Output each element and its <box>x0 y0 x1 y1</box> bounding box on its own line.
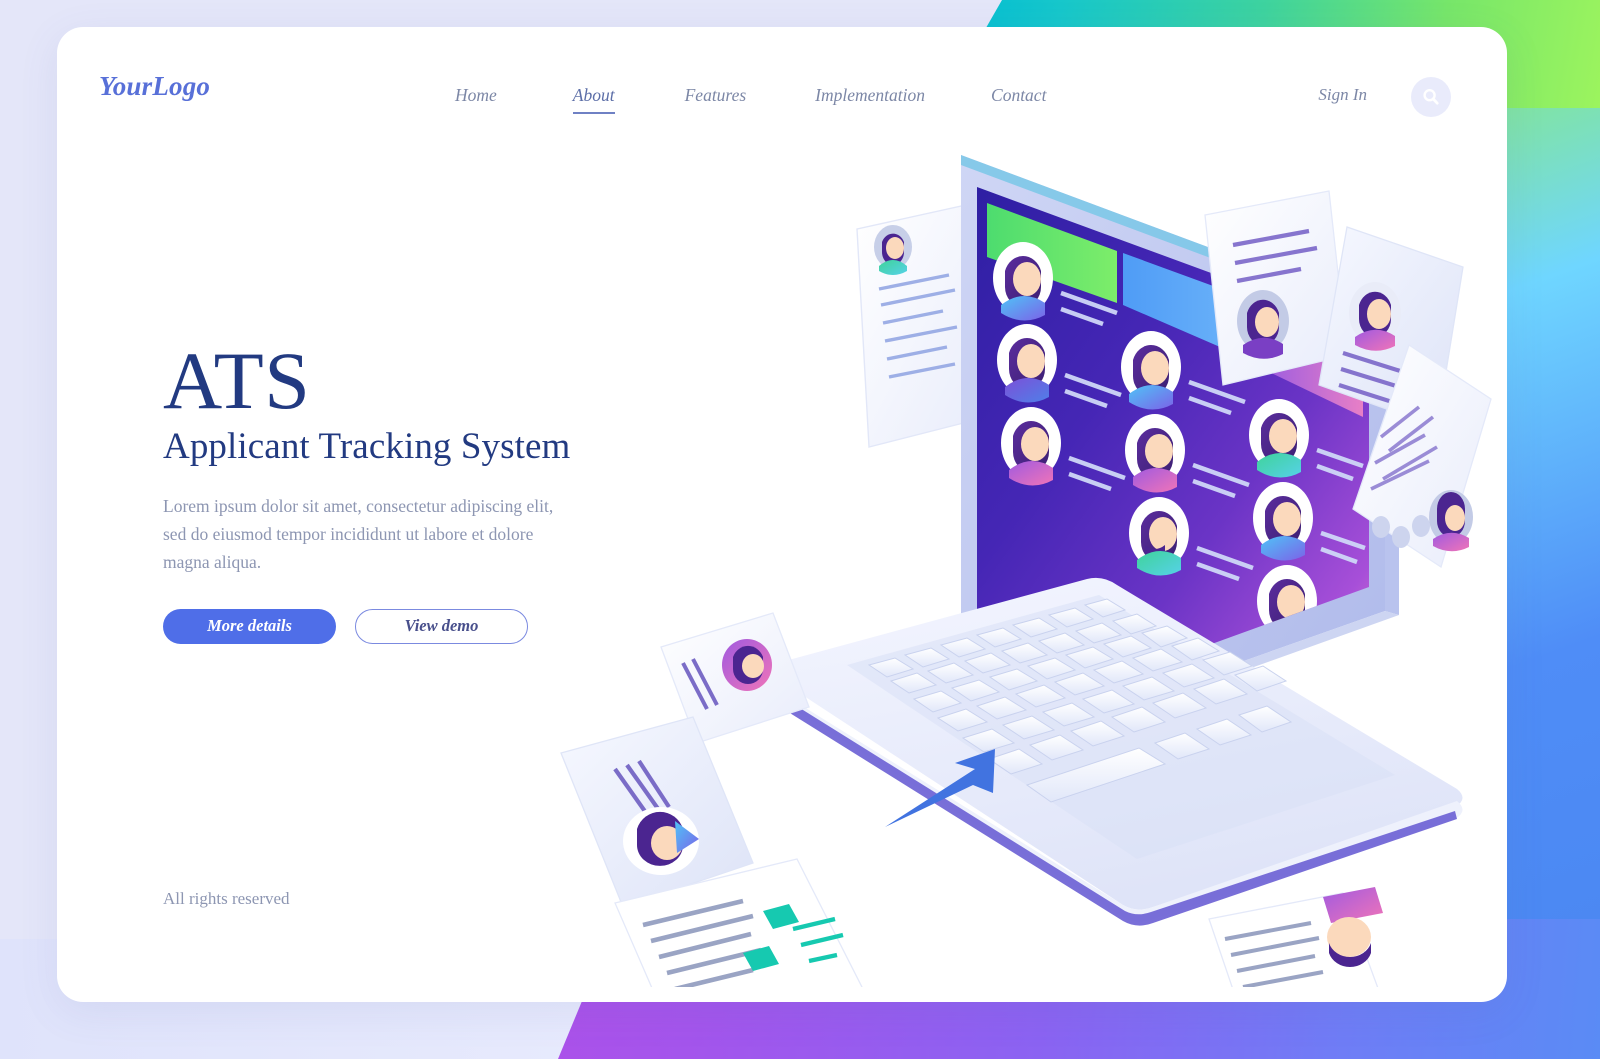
more-details-button[interactable]: More details <box>163 608 336 644</box>
landing-card: YourLogo Home About Features Implementat… <box>57 27 1507 1002</box>
avatar <box>1237 290 1289 359</box>
avatar <box>1323 887 1383 968</box>
hero-illustration <box>557 117 1507 987</box>
sign-in-link[interactable]: Sign In <box>1318 85 1367 105</box>
avatar <box>874 225 912 275</box>
search-icon <box>1423 88 1439 105</box>
avatar <box>1429 490 1473 552</box>
main-navigation: Home About Features Implementation Conta… <box>455 83 1046 114</box>
hero-paragraph: Lorem ipsum dolor sit amet, consectetur … <box>163 495 554 573</box>
laptop-base <box>773 577 1463 926</box>
nav-item-contact[interactable]: Contact <box>991 83 1046 114</box>
nav-item-about[interactable]: About <box>572 83 615 114</box>
resume-card-bottom-right <box>1208 887 1383 987</box>
nav-item-home[interactable]: Home <box>455 83 497 114</box>
nav-item-features[interactable]: Features <box>685 83 747 114</box>
avatar <box>722 639 772 691</box>
view-demo-button[interactable]: View demo <box>355 608 528 644</box>
avatar <box>1349 282 1401 351</box>
copyright-text: All rights reserved <box>163 889 290 908</box>
site-logo[interactable]: YourLogo <box>99 71 210 102</box>
nav-item-implementation[interactable]: Implementation <box>815 83 925 114</box>
search-button[interactable] <box>1411 77 1451 117</box>
avatar <box>623 807 699 875</box>
